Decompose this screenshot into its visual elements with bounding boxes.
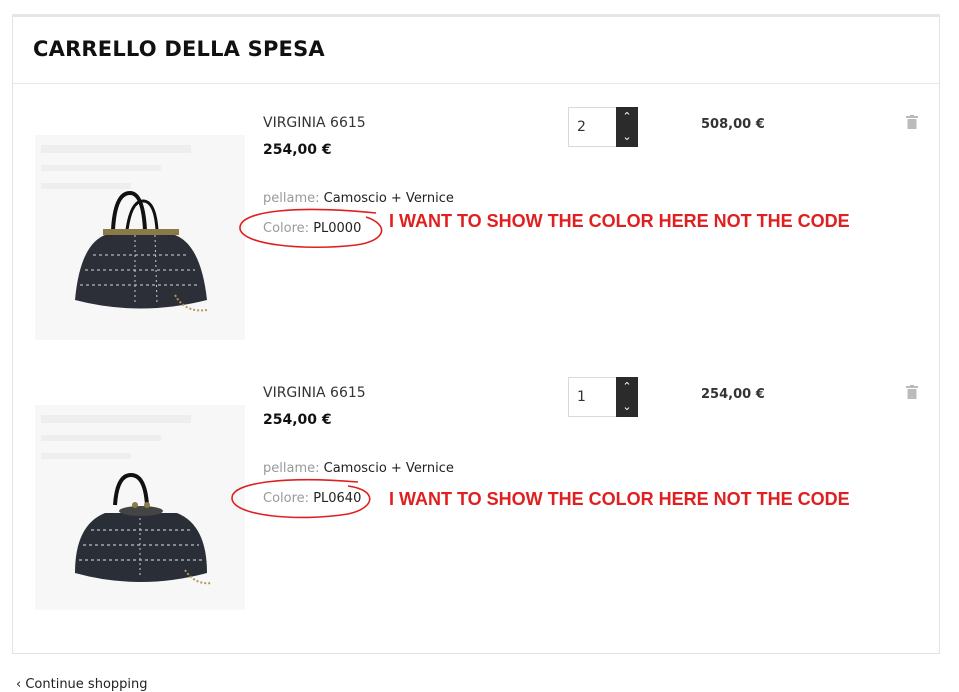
product-price: 254,00 € <box>263 142 332 158</box>
attribute-label: Colore: <box>263 221 310 236</box>
line-total: 508,00 € <box>701 117 765 132</box>
attribute-label: Colore: <box>263 491 310 506</box>
attribute-value: PL0000 <box>313 221 362 236</box>
product-image[interactable] <box>35 135 245 340</box>
continue-shopping-link[interactable]: ‹ Continue shopping <box>16 677 148 692</box>
annotation-text: I WANT TO SHOW THE COLOR HERE NOT THE CO… <box>389 489 850 509</box>
page-title: CARRELLO DELLA SPESA <box>33 37 325 61</box>
shopping-cart-panel: CARRELLO DELLA SPESA VIRGINIA 6615 254,0… <box>12 14 940 654</box>
attribute-label: pellame: <box>263 461 320 476</box>
annotation-text: I WANT TO SHOW THE COLOR HERE NOT THE CO… <box>389 211 850 231</box>
cart-item: VIRGINIA 6615 254,00 € pellame: Camoscio… <box>13 377 939 655</box>
quantity-input[interactable] <box>569 378 617 416</box>
product-name[interactable]: VIRGINIA 6615 <box>263 115 366 131</box>
quantity-buttons: ⌃ ⌄ <box>616 377 638 417</box>
chevron-up-icon[interactable]: ⌃ <box>616 107 638 127</box>
chevron-left-icon: ‹ <box>16 677 22 692</box>
header-divider <box>13 83 939 84</box>
attribute-colore: Colore: PL0640 <box>263 491 361 506</box>
attribute-pellame: pellame: Camoscio + Vernice <box>263 461 454 476</box>
continue-shopping-label: Continue shopping <box>25 677 148 692</box>
attribute-value: Camoscio + Vernice <box>323 191 454 206</box>
chevron-down-icon[interactable]: ⌄ <box>616 397 638 417</box>
product-name[interactable]: VIRGINIA 6615 <box>263 385 366 401</box>
quantity-stepper: ⌃ ⌄ <box>568 107 638 147</box>
product-price: 254,00 € <box>263 412 332 428</box>
attribute-pellame: pellame: Camoscio + Vernice <box>263 191 454 206</box>
product-image[interactable] <box>35 405 245 610</box>
attribute-value: PL0640 <box>313 491 362 506</box>
quantity-buttons: ⌃ ⌄ <box>616 107 638 147</box>
quantity-stepper: ⌃ ⌄ <box>568 377 638 417</box>
trash-icon[interactable] <box>906 385 918 399</box>
line-total: 254,00 € <box>701 387 765 402</box>
quantity-input[interactable] <box>569 108 617 146</box>
chevron-down-icon[interactable]: ⌄ <box>616 127 638 147</box>
attribute-label: pellame: <box>263 191 320 206</box>
attribute-colore: Colore: PL0000 <box>263 221 361 236</box>
attribute-value: Camoscio + Vernice <box>323 461 454 476</box>
cart-item: VIRGINIA 6615 254,00 € pellame: Camoscio… <box>13 107 939 385</box>
trash-icon[interactable] <box>906 115 918 129</box>
chevron-up-icon[interactable]: ⌃ <box>616 377 638 397</box>
